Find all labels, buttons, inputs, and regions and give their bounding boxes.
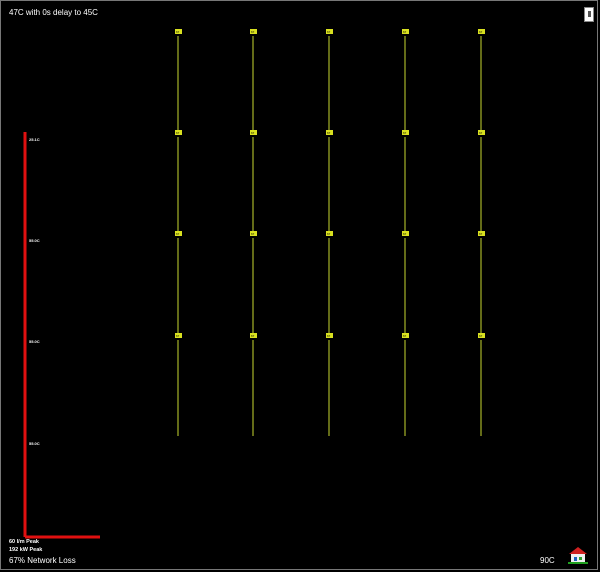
consumer-node-label-4-2: 67 <box>251 334 255 338</box>
consumer-node-label-3-1: 67 <box>176 232 180 236</box>
consumer-node-label-2-4: 67 <box>403 131 407 135</box>
consumer-node-label-3-3: 67 <box>327 232 331 236</box>
consumer-node-label-1-3: 67 <box>327 30 331 34</box>
consumer-node-label-3-5: 67 <box>479 232 483 236</box>
branch-temp-label-3: 55.0C <box>29 339 40 344</box>
peak-power-label: 192 kW Peak <box>9 547 43 553</box>
network-loss-label: 67% Network Loss <box>9 556 76 565</box>
peak-flow-label: 60 l/m Peak <box>9 539 39 545</box>
consumer-node-label-3-2: 67 <box>251 232 255 236</box>
consumer-node-label-1-1: 67 <box>176 30 180 34</box>
consumer-node-label-2-5: 67 <box>479 131 483 135</box>
consumer-node-label-3-4: 67 <box>403 232 407 236</box>
heat-network-diagram: 25.1C 67 67 67 67 67 55.0C 67 67 67 67 67 55.0C 67 67 6… <box>23 29 485 539</box>
consumer-node-label-1-4: 67 <box>403 30 407 34</box>
consumer-node-label-2-1: 67 <box>176 131 180 135</box>
consumer-node-label-2-2: 67 <box>251 131 255 135</box>
house-icon[interactable] <box>568 546 588 564</box>
consumer-node-label-1-2: 67 <box>251 30 255 34</box>
consumer-node-label-1-5: 67 <box>479 30 483 34</box>
branch-temp-label-2: 55.0C <box>29 238 40 243</box>
supply-temp-label: 90C <box>540 556 555 565</box>
branch-temp-label-1: 25.1C <box>29 137 40 142</box>
consumer-node-label-4-3: 67 <box>327 334 331 338</box>
consumer-node-label-4-5: 67 <box>479 334 483 338</box>
consumer-node-label-4-4: 67 <box>403 334 407 338</box>
consumer-node-label-2-3: 67 <box>327 131 331 135</box>
branch-temp-label-4: 55.0C <box>29 441 40 446</box>
consumer-node-label-4-1: 67 <box>176 334 180 338</box>
